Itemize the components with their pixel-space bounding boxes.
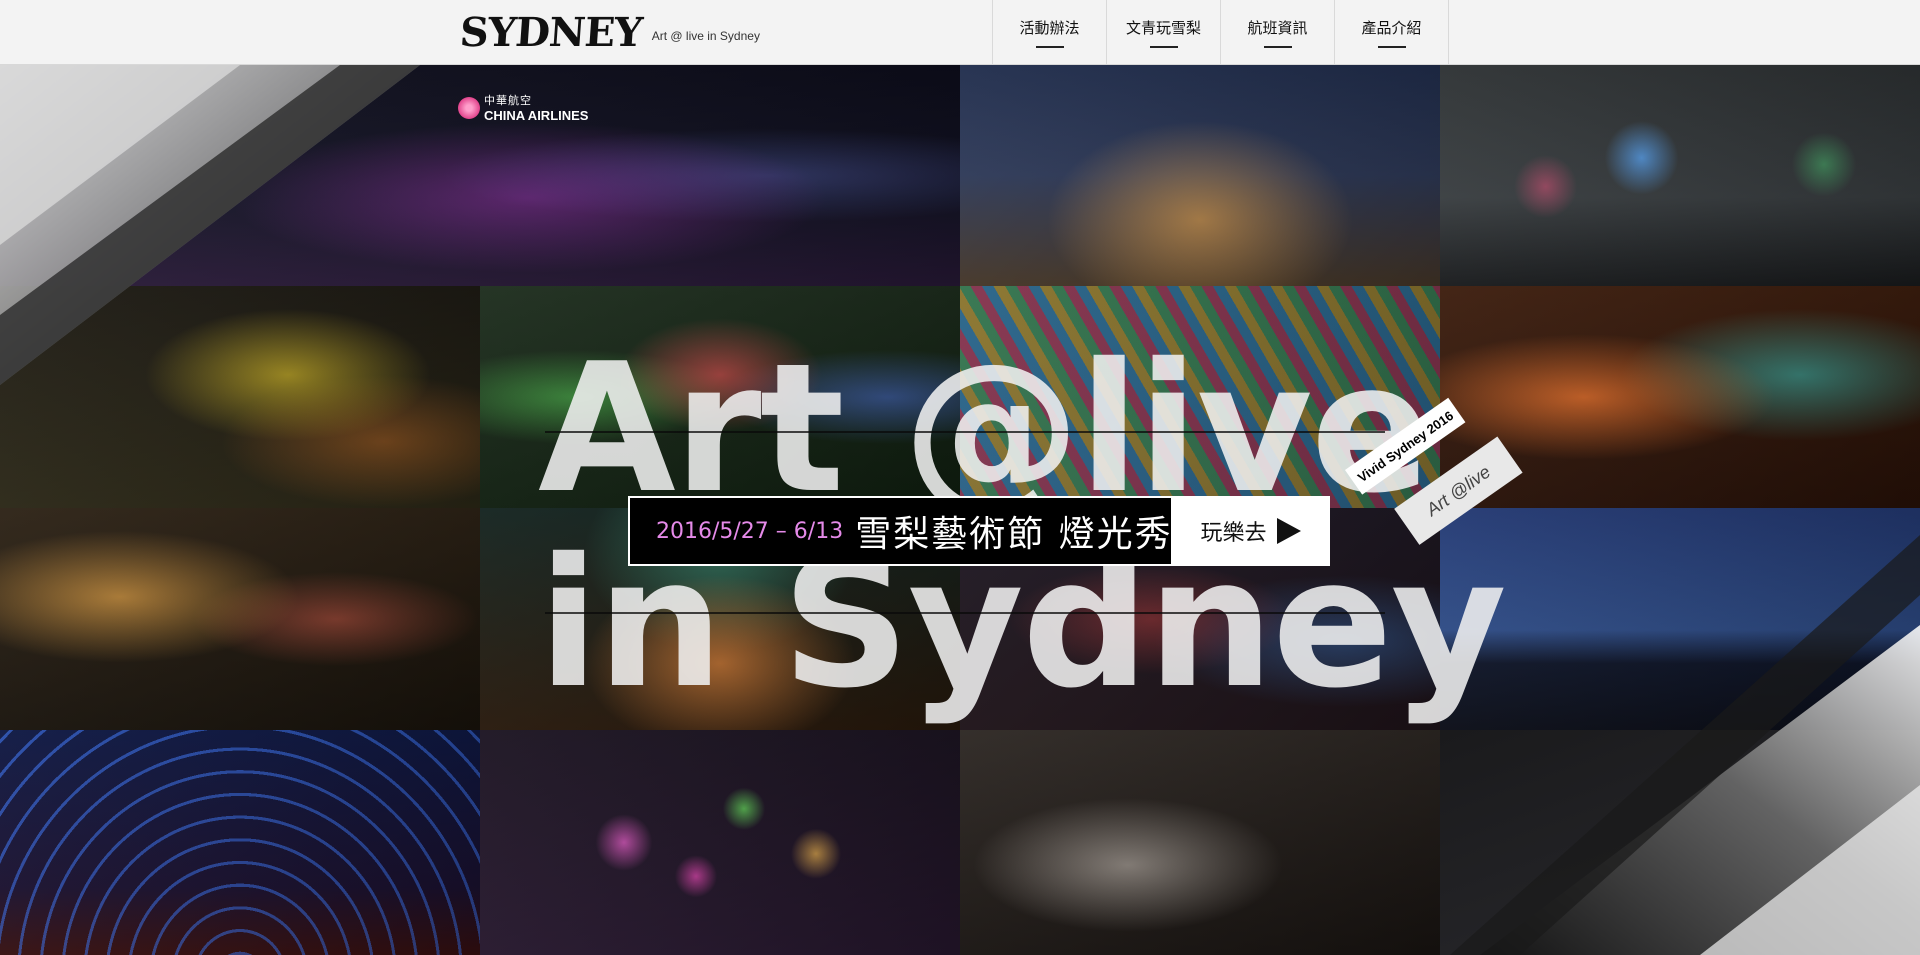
dark-corner-tile xyxy=(1440,730,1920,955)
clock-facade-tile xyxy=(1440,65,1920,286)
nav-item-label: 產品介紹 xyxy=(1361,18,1422,37)
nav-item-event-rules[interactable]: 活動辦法 xyxy=(993,0,1107,64)
logo-tagline: Art @ live in Sydney xyxy=(651,29,760,43)
arrow-right-icon xyxy=(1276,518,1301,544)
nav-item-label: 文青玩雪梨 xyxy=(1125,18,1201,37)
airline-name-en: CHINA AIRLINES xyxy=(484,108,589,123)
dancer-tile xyxy=(960,730,1440,955)
airline-text: 中華航空 CHINA AIRLINES xyxy=(484,92,588,123)
bubble-sculpture-tile xyxy=(480,730,960,955)
hero-divider-line xyxy=(545,612,1385,614)
tile-shade xyxy=(1440,508,1920,730)
china-airlines-logo[interactable]: 中華航空 CHINA AIRLINES xyxy=(458,92,588,123)
tile-shade xyxy=(0,730,480,955)
customs-house-tile xyxy=(960,65,1440,286)
arched-arcade-tile xyxy=(0,508,480,730)
logo-wordmark: SYDNEY xyxy=(458,8,644,56)
nav-underline xyxy=(1377,45,1406,48)
tile-shade xyxy=(1440,65,1920,286)
tile-shade xyxy=(0,508,480,730)
nav-item-products[interactable]: 產品介紹 xyxy=(1335,0,1449,64)
hero-divider-line xyxy=(545,431,1385,433)
hero-title-line1: Art @live xyxy=(538,325,1431,532)
event-banner: 2016/5/27 – 6/13 雪梨藝術節 燈光秀 xyxy=(628,496,1175,566)
top-navigation-bar: SYDNEY Art @ live in Sydney 活動辦法 文青玩雪梨 航… xyxy=(0,0,1920,65)
play-button-label: 玩樂去 xyxy=(1200,521,1267,546)
sydney-logo[interactable]: SYDNEY Art @ live in Sydney xyxy=(458,8,760,56)
play-button[interactable]: 玩樂去 xyxy=(1171,496,1330,566)
harbour-bridge-tile xyxy=(1440,508,1920,730)
nav-underline xyxy=(1035,45,1064,48)
nav-underline xyxy=(1263,45,1292,48)
tile-shade xyxy=(960,65,1440,286)
nav-item-label: 活動辦法 xyxy=(1019,18,1080,37)
plum-blossom-icon xyxy=(458,96,480,119)
event-title: 雪梨藝術節 燈光秀 xyxy=(855,514,1173,555)
tile-shade xyxy=(480,730,960,955)
blue-tunnel-tile xyxy=(0,730,480,955)
sunflower-projection-tile xyxy=(0,286,480,508)
airline-name-zh: 中華航空 xyxy=(484,95,532,107)
main-nav: 活動辦法 文青玩雪梨 航班資訊 產品介紹 xyxy=(992,0,1449,64)
tile-shade xyxy=(0,286,480,508)
nav-item-label: 航班資訊 xyxy=(1247,18,1308,37)
nav-item-culture-sydney[interactable]: 文青玩雪梨 xyxy=(1107,0,1221,64)
nav-item-flight-info[interactable]: 航班資訊 xyxy=(1221,0,1335,64)
event-date: 2016/5/27 – 6/13 xyxy=(656,518,844,544)
tile-shade xyxy=(960,730,1440,955)
nav-underline xyxy=(1149,45,1178,48)
